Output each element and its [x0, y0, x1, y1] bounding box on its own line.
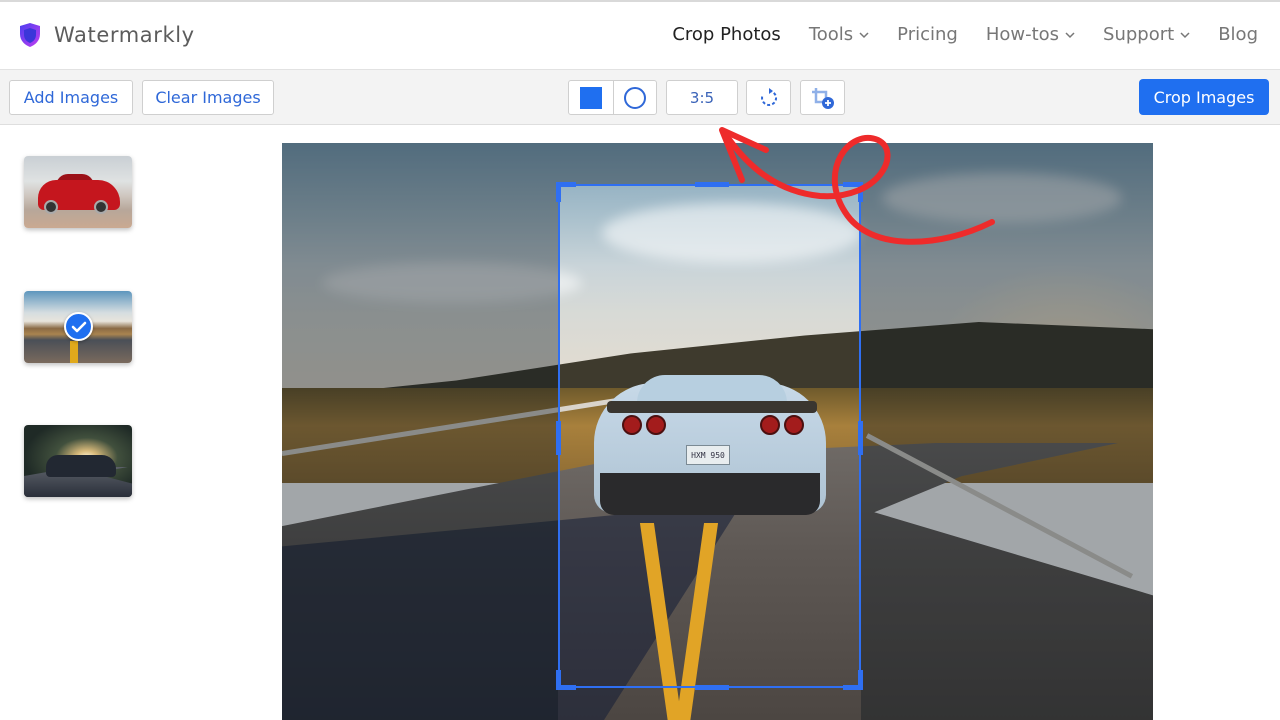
crop-handle-bottom-right[interactable] — [858, 670, 863, 690]
crop-overlay-dim — [558, 143, 861, 184]
crop-overlay-dim — [861, 143, 1153, 720]
nav-pricing[interactable]: Pricing — [897, 24, 958, 45]
editor-toolbar: Add Images Clear Images 3:5 Crop Images — [0, 70, 1280, 125]
rotate-button[interactable] — [746, 80, 791, 115]
circle-shape-button[interactable] — [612, 81, 657, 114]
nav-blog[interactable]: Blog — [1218, 24, 1258, 45]
rotate-icon — [760, 87, 777, 106]
brand[interactable]: Watermarkly — [18, 22, 195, 48]
crop-images-button[interactable]: Crop Images — [1139, 79, 1269, 115]
chevron-down-icon — [1065, 31, 1075, 38]
selected-check-icon — [64, 312, 93, 341]
nav-label: Support — [1103, 24, 1175, 45]
nav-tools[interactable]: Tools — [809, 24, 869, 45]
crop-selection-box[interactable] — [556, 182, 863, 690]
nav-support[interactable]: Support — [1103, 24, 1190, 45]
crop-handle-left[interactable] — [556, 421, 561, 455]
thumb-art — [44, 200, 58, 214]
thumb-art — [70, 341, 78, 363]
rectangle-shape-button[interactable] — [569, 81, 613, 114]
chevron-down-icon — [859, 31, 869, 38]
add-crop-icon — [811, 87, 834, 109]
chevron-down-icon — [1180, 31, 1190, 38]
nav-label: Tools — [808, 24, 854, 45]
crop-handle-right[interactable] — [858, 421, 863, 455]
crop-handle-bottom[interactable] — [695, 685, 729, 690]
add-crop-area-button[interactable] — [800, 80, 845, 115]
crop-handle-top-left[interactable] — [556, 182, 561, 202]
circle-icon — [623, 86, 646, 109]
crop-overlay-dim — [282, 143, 558, 720]
thumb-art — [94, 200, 108, 214]
thumb-art — [46, 455, 116, 477]
square-icon — [579, 86, 602, 109]
thumbnail-red-sports-car[interactable] — [24, 156, 132, 228]
thumbnail-dark-car-sunset[interactable] — [24, 425, 132, 497]
crop-handle-top-right[interactable] — [858, 182, 863, 202]
nav-how-tos[interactable]: How-tos — [986, 24, 1075, 45]
crop-handle-bottom-left[interactable] — [556, 670, 561, 690]
nav-label: Blog — [1218, 24, 1258, 45]
clear-images-button[interactable]: Clear Images — [142, 80, 274, 115]
nav-label: Crop Photos — [672, 24, 781, 45]
nav-crop-photos[interactable]: Crop Photos — [672, 24, 780, 45]
shield-logo-icon — [20, 23, 40, 47]
main-nav: Crop Photos Tools Pricing How-tos Suppor… — [672, 24, 1258, 45]
add-images-button[interactable]: Add Images — [9, 80, 133, 115]
aspect-ratio-button[interactable]: 3:5 — [666, 80, 738, 115]
image-canvas[interactable]: HXM 950 — [282, 143, 1153, 720]
brand-name: Watermarkly — [54, 23, 195, 47]
crop-handle-top[interactable] — [695, 182, 729, 187]
top-navbar: Watermarkly Crop Photos Tools Pricing Ho… — [0, 2, 1280, 70]
nav-label: Pricing — [897, 24, 958, 45]
crop-shape-toggle — [568, 80, 657, 115]
nav-label: How-tos — [985, 24, 1060, 45]
